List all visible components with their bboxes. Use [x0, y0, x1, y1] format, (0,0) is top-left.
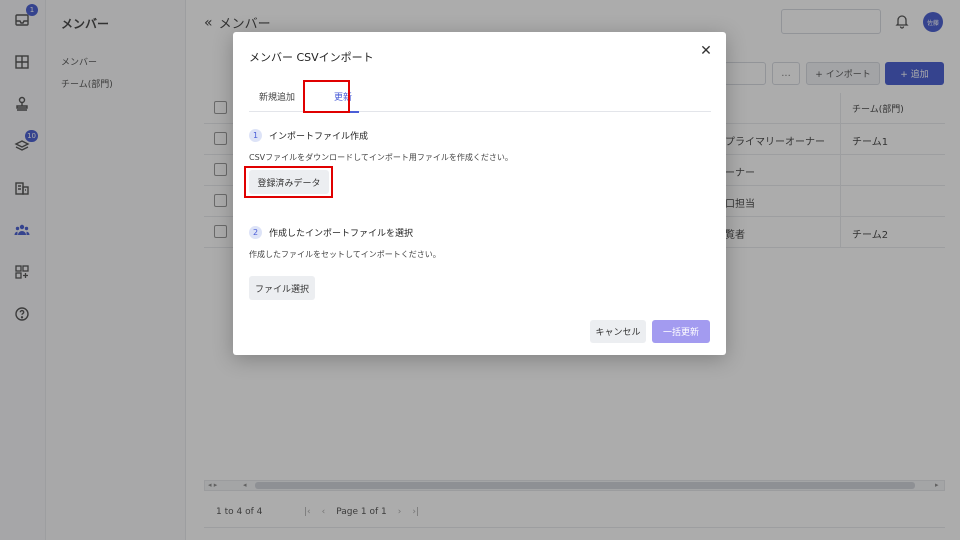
tab-new[interactable]: 新規追加	[259, 90, 295, 103]
step-1-header: 1 インポートファイル作成	[249, 129, 368, 142]
step-2-number: 2	[249, 226, 262, 239]
step-1-number: 1	[249, 129, 262, 142]
close-icon[interactable]: ✕	[699, 44, 713, 58]
step-2-description: 作成したファイルをセットしてインポートください。	[249, 250, 441, 259]
csv-import-dialog: メンバー CSVインポート ✕ 新規追加 更新 1 インポートファイル作成 CS…	[233, 32, 726, 355]
cancel-button[interactable]: キャンセル	[590, 320, 646, 343]
highlight-box-download-button	[244, 166, 333, 198]
step-1-title: インポートファイル作成	[269, 132, 369, 142]
dialog-title: メンバー CSVインポート	[249, 51, 374, 64]
highlight-box-update-tab	[303, 80, 350, 113]
step-1-description: CSVファイルをダウンロードしてインポート用ファイルを作成ください。	[249, 153, 513, 162]
bulk-update-button[interactable]: 一括更新	[652, 320, 710, 343]
step-2-header: 2 作成したインポートファイルを選択	[249, 226, 413, 239]
file-select-button[interactable]: ファイル選択	[249, 276, 315, 300]
step-2-title: 作成したインポートファイルを選択	[269, 229, 414, 239]
